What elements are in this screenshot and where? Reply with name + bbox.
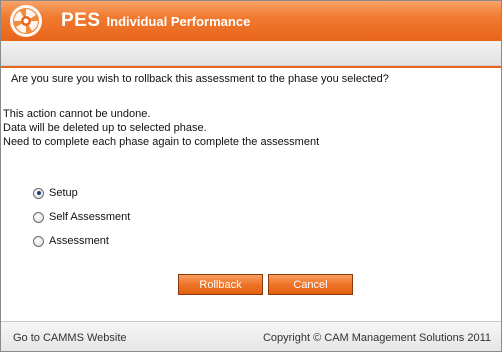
footer-bar: Go to CAMMS Website Copyright © CAM Mana…: [1, 322, 501, 351]
app-name: Individual Performance: [106, 14, 251, 29]
self-assessment-radio[interactable]: [33, 211, 44, 223]
phase-option-label: Self Assessment: [49, 211, 131, 223]
phase-option-label: Assessment: [49, 235, 109, 247]
header-bar: PES Individual Performance: [1, 1, 501, 41]
accent-divider: [1, 66, 501, 68]
warning-line: Need to complete each phase again to com…: [3, 136, 320, 148]
assessment-radio[interactable]: [33, 235, 44, 247]
warning-text: This action cannot be undone. Data will …: [3, 107, 319, 149]
phase-option-self-assessment[interactable]: Self Assessment: [33, 205, 130, 229]
rollback-button[interactable]: Rollback: [178, 274, 263, 295]
camms-swirl-logo-icon: [9, 4, 43, 38]
phase-option-assessment[interactable]: Assessment: [33, 229, 130, 253]
dialog-window: PES Individual Performance Are you sure y…: [0, 0, 502, 352]
setup-radio[interactable]: [33, 187, 44, 199]
camms-website-link[interactable]: Go to CAMMS Website: [13, 332, 127, 344]
phase-option-setup[interactable]: Setup: [33, 181, 130, 205]
button-row: Rollback Cancel: [178, 274, 353, 295]
warning-line: This action cannot be undone.: [3, 108, 151, 120]
phase-option-label: Setup: [49, 187, 78, 199]
phase-radio-group: Setup Self Assessment Assessment: [33, 181, 130, 253]
warning-line: Data will be deleted up to selected phas…: [3, 122, 207, 134]
copyright-text: Copyright © CAM Management Solutions 201…: [262, 332, 491, 344]
app-title: PES Individual Performance: [61, 10, 250, 32]
cancel-button[interactable]: Cancel: [268, 274, 353, 295]
confirmation-question: Are you sure you wish to rollback this a…: [11, 73, 389, 85]
sub-header-band: [1, 41, 501, 66]
app-abbreviation: PES: [61, 10, 101, 31]
